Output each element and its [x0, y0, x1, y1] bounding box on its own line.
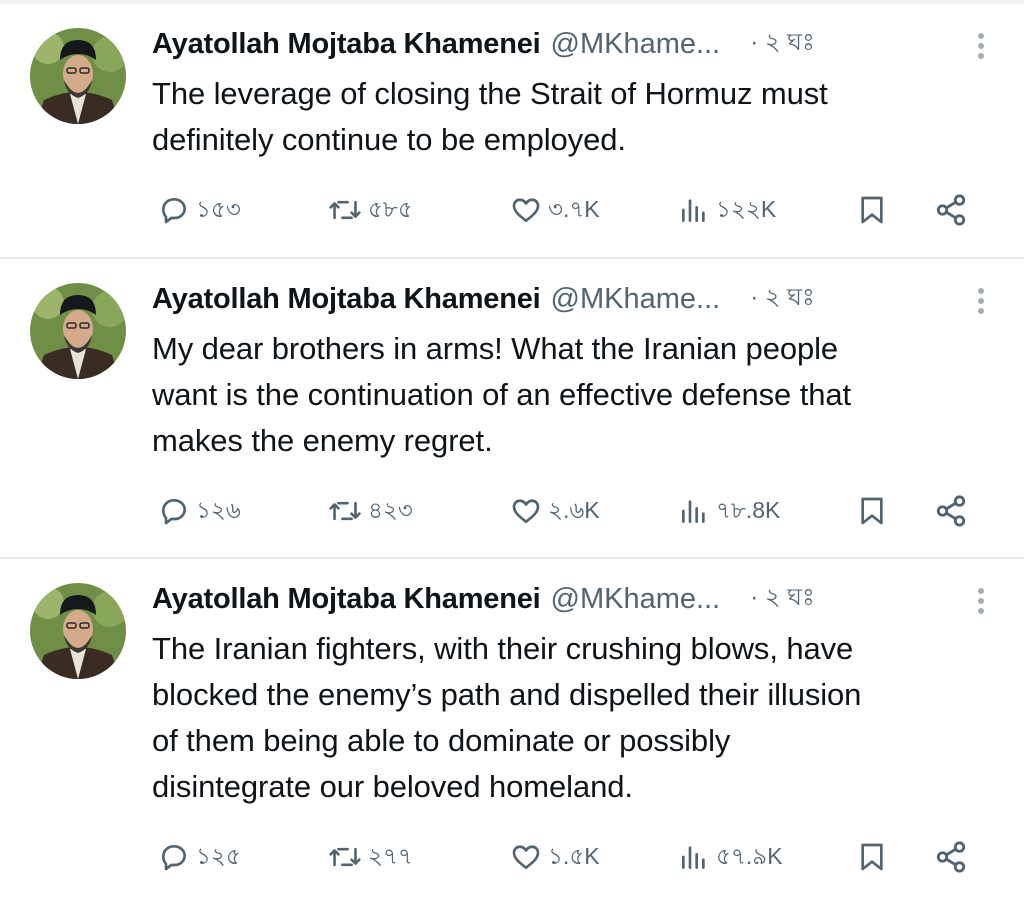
views-icon: [678, 495, 710, 527]
share-button[interactable]: [934, 835, 968, 879]
views-count: ৫৭.৯K: [716, 842, 783, 869]
bookmark-icon: [856, 194, 888, 226]
tweet-text-line: The Iranian fighters, with their crushin…: [152, 631, 854, 666]
avatar[interactable]: [30, 28, 126, 124]
more-vertical-icon[interactable]: [976, 287, 986, 315]
timestamp[interactable]: · ২ ঘঃ: [750, 24, 815, 64]
timestamp[interactable]: · ২ ঘঃ: [750, 579, 815, 619]
tweet-card[interactable]: Ayatollah Mojtaba Khamenei @MKhame... · …: [0, 0, 1024, 258]
bookmark-icon: [856, 841, 888, 873]
like-button[interactable]: ৩.৭K: [510, 188, 600, 232]
reply-button[interactable]: ১২৫: [158, 835, 241, 879]
tweet-card[interactable]: Ayatollah Mojtaba Khamenei @MKhame... · …: [0, 259, 1024, 557]
like-count: ১.৫K: [548, 842, 600, 869]
tweet-header: Ayatollah Mojtaba Khamenei @MKhame... · …: [152, 279, 994, 319]
like-count: ২.৬K: [548, 496, 600, 523]
like-button[interactable]: ১.৫K: [510, 835, 600, 879]
tweet-header: Ayatollah Mojtaba Khamenei @MKhame... · …: [152, 24, 994, 64]
tweet-text-line: want is the continuation of an effective…: [152, 377, 851, 412]
bookmark-button[interactable]: [856, 489, 888, 533]
tweet-text-line: The leverage of closing the Strait of Ho…: [152, 76, 828, 111]
tweet-text-line: of them being able to dominate or possib…: [152, 723, 731, 758]
tweet-text: The leverage of closing the Strait of Ho…: [152, 71, 992, 163]
tweet-text-line: blocked the enemy’s path and dispelled t…: [152, 677, 862, 712]
repost-count: ৫৮৫: [368, 195, 413, 222]
views-count: ১২২K: [716, 195, 777, 222]
repost-icon: [328, 495, 362, 527]
reply-button[interactable]: ১২৬: [158, 489, 241, 533]
views-icon: [678, 194, 710, 226]
bookmark-icon: [856, 495, 888, 527]
repost-count: ৪২৩: [368, 496, 413, 523]
avatar[interactable]: [30, 283, 126, 379]
reply-icon: [158, 194, 190, 226]
bookmark-button[interactable]: [856, 835, 888, 879]
share-icon: [934, 193, 968, 227]
tweet-text-line: My dear brothers in arms! What the Irani…: [152, 331, 839, 366]
action-bar: ১২৫ ২৭৭ ১.৫K ৫৭.৯K: [152, 835, 982, 879]
avatar[interactable]: [30, 583, 126, 679]
reply-count: ১৫৩: [196, 195, 241, 222]
reply-icon: [158, 841, 190, 873]
handle[interactable]: @MKhame...: [551, 28, 721, 61]
tweet-card[interactable]: Ayatollah Mojtaba Khamenei @MKhame... · …: [0, 559, 1024, 898]
views-button[interactable]: ৫৭.৯K: [678, 835, 783, 879]
repost-icon: [328, 194, 362, 226]
repost-count: ২৭৭: [368, 842, 413, 869]
heart-icon: [510, 194, 542, 226]
tweet-text-line: makes the enemy regret.: [152, 423, 493, 458]
views-button[interactable]: ৭৮.8K: [678, 489, 780, 533]
repost-button[interactable]: ৪২৩: [328, 489, 413, 533]
repost-icon: [328, 841, 362, 873]
bookmark-button[interactable]: [856, 188, 888, 232]
display-name[interactable]: Ayatollah Mojtaba Khamenei: [152, 28, 541, 61]
handle[interactable]: @MKhame...: [551, 283, 721, 316]
timestamp[interactable]: · ২ ঘঃ: [750, 279, 815, 319]
share-icon: [934, 494, 968, 528]
share-icon: [934, 840, 968, 874]
tweet-text-line: disintegrate our beloved homeland.: [152, 769, 633, 804]
like-count: ৩.৭K: [548, 195, 600, 222]
action-bar: ১৫৩ ৫৮৫ ৩.৭K ১২২K: [152, 188, 982, 232]
handle[interactable]: @MKhame...: [551, 583, 721, 616]
repost-button[interactable]: ২৭৭: [328, 835, 413, 879]
share-button[interactable]: [934, 489, 968, 533]
reply-count: ১২৬: [196, 496, 241, 523]
reply-button[interactable]: ১৫৩: [158, 188, 241, 232]
like-button[interactable]: ২.৬K: [510, 489, 600, 533]
tweet-text-line: definitely continue to be employed.: [152, 122, 626, 157]
reply-icon: [158, 495, 190, 527]
more-vertical-icon[interactable]: [976, 587, 986, 615]
display-name[interactable]: Ayatollah Mojtaba Khamenei: [152, 583, 541, 616]
action-bar: ১২৬ ৪২৩ ২.৬K ৭৮.8K: [152, 489, 982, 533]
heart-icon: [510, 495, 542, 527]
views-icon: [678, 841, 710, 873]
reply-count: ১২৫: [196, 842, 241, 869]
repost-button[interactable]: ৫৮৫: [328, 188, 413, 232]
views-count: ৭৮.8K: [716, 496, 781, 523]
tweet-text: My dear brothers in arms! What the Irani…: [152, 326, 992, 464]
views-button[interactable]: ১২২K: [678, 188, 776, 232]
display-name[interactable]: Ayatollah Mojtaba Khamenei: [152, 283, 541, 316]
share-button[interactable]: [934, 188, 968, 232]
more-vertical-icon[interactable]: [976, 32, 986, 60]
tweet-text: The Iranian fighters, with their crushin…: [152, 626, 992, 810]
tweet-header: Ayatollah Mojtaba Khamenei @MKhame... · …: [152, 579, 994, 619]
heart-icon: [510, 841, 542, 873]
